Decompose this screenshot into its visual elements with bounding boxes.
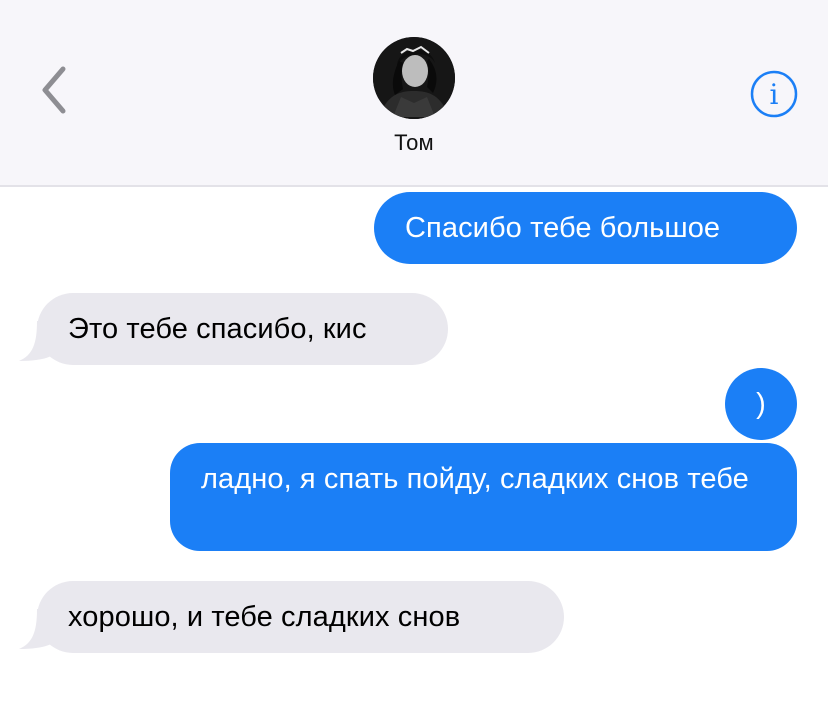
chevron-left-icon	[42, 66, 66, 114]
message-text: )	[756, 388, 766, 420]
conversation-header: Том i	[0, 0, 828, 187]
info-icon: i	[750, 70, 798, 118]
message-text: хорошо, и тебе сладких снов	[68, 601, 461, 633]
message-bubble-outgoing[interactable]: Спасибо тебе большое	[374, 192, 797, 264]
svg-text:i: i	[770, 78, 779, 111]
message-bubble-outgoing[interactable]: ладно, я спать пойду, сладких снов тебе	[170, 443, 797, 551]
avatar[interactable]	[373, 37, 455, 119]
info-button[interactable]: i	[748, 68, 800, 120]
message-text: ладно, я спать пойду, сладких снов тебе	[201, 463, 749, 495]
message-bubble-incoming[interactable]: Это тебе спасибо, кис	[37, 293, 448, 365]
message-bubble-outgoing[interactable]: )	[725, 368, 797, 440]
contact-name[interactable]: Том	[0, 130, 828, 156]
back-button[interactable]	[30, 64, 78, 116]
message-text: Спасибо тебе большое	[405, 212, 721, 244]
message-text: Это тебе спасибо, кис	[68, 313, 367, 345]
avatar-image	[373, 37, 455, 119]
message-bubble-incoming[interactable]: хорошо, и тебе сладких снов	[37, 581, 564, 653]
message-thread: Спасибо тебе большое Это тебе спасибо, к…	[0, 187, 828, 722]
